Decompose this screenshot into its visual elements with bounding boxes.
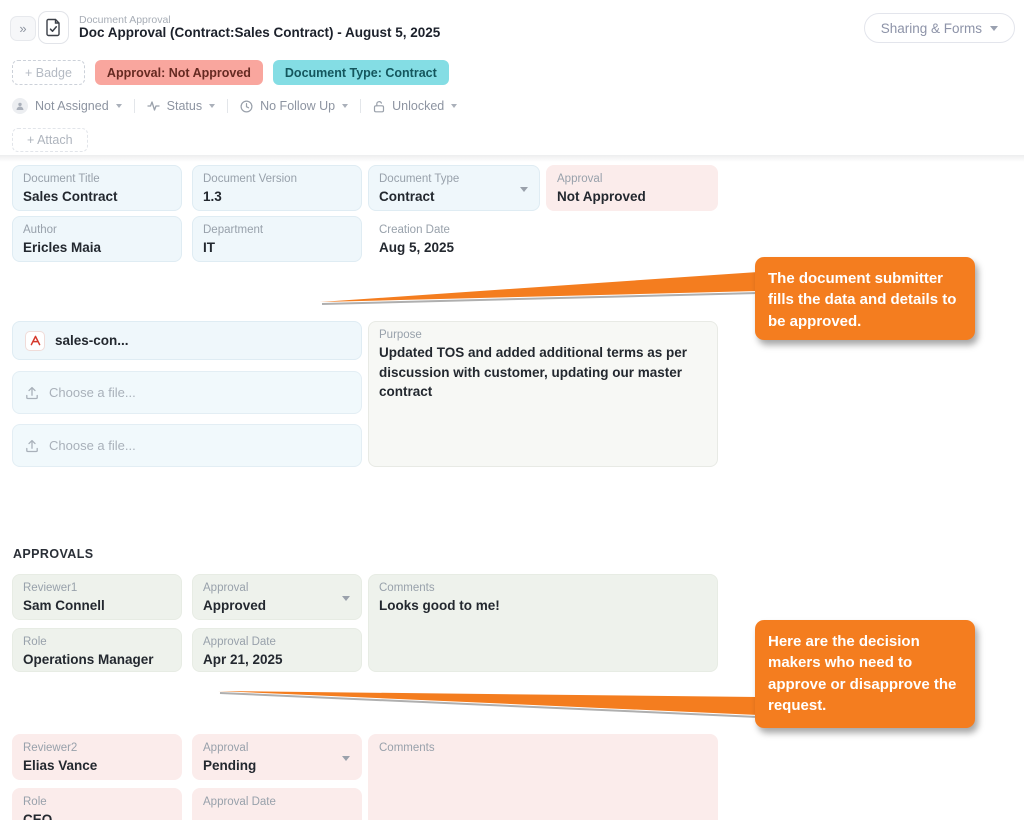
field-reviewer1-approval-select[interactable]: Approval Approved [192, 574, 362, 620]
field-reviewer2-comments[interactable]: Comments [368, 734, 718, 820]
field-document-title[interactable]: Document Title Sales Contract [12, 165, 182, 211]
field-purpose[interactable]: Purpose Updated TOS and added additional… [368, 321, 718, 467]
chevron-down-icon [520, 187, 528, 192]
pdf-file-icon [25, 331, 45, 351]
field-reviewer1-comments[interactable]: Comments Looks good to me! [368, 574, 718, 672]
assignee-label: Not Assigned [35, 99, 109, 113]
field-author[interactable]: Author Ericles Maia [12, 216, 182, 262]
upload-placeholder: Choose a file... [49, 385, 136, 400]
document-check-icon [38, 11, 69, 44]
field-reviewer1-role: Role Operations Manager [12, 628, 182, 672]
attach-button[interactable]: + Attach [12, 128, 88, 152]
collapse-sidebar-button[interactable]: » [10, 16, 36, 41]
upload-placeholder: Choose a file... [49, 438, 136, 453]
clock-icon [240, 100, 253, 113]
chevron-down-icon [116, 104, 122, 108]
field-reviewer2-name: Reviewer2 Elias Vance [12, 734, 182, 780]
field-creation-date: Creation Date Aug 5, 2025 [368, 216, 540, 262]
follow-up-label: No Follow Up [260, 99, 335, 113]
toolbar-divider [227, 99, 228, 113]
field-reviewer2-approval-select[interactable]: Approval Pending [192, 734, 362, 780]
status-dropdown[interactable]: Status [147, 99, 215, 113]
double-chevron-right-icon: » [19, 21, 26, 36]
field-approval-status: Approval Not Approved [546, 165, 718, 211]
chevron-down-icon [342, 104, 348, 108]
chevron-down-icon [342, 596, 350, 601]
approvals-section-title: APPROVALS [13, 547, 93, 561]
field-reviewer1-name: Reviewer1 Sam Connell [12, 574, 182, 620]
document-approval-page: » Document Approval Doc Approval (Contra… [0, 0, 1024, 820]
field-reviewer1-approval-date[interactable]: Approval Date Apr 21, 2025 [192, 628, 362, 672]
unlock-icon [373, 100, 385, 113]
field-document-version[interactable]: Document Version 1.3 [192, 165, 362, 211]
chevron-down-icon [342, 756, 350, 761]
callout-approvers-note: Here are the decision makers who need to… [755, 620, 975, 728]
status-label: Status [167, 99, 202, 113]
lock-dropdown[interactable]: Unlocked [373, 99, 457, 113]
attached-file[interactable]: sales-con... [12, 321, 362, 360]
chevron-down-icon [451, 104, 457, 108]
chevron-down-icon [990, 26, 998, 31]
add-badge-button[interactable]: + Badge [12, 60, 85, 85]
file-name: sales-con... [55, 333, 129, 348]
file-upload-field-2[interactable]: Choose a file... [12, 424, 362, 467]
toolbar-divider [134, 99, 135, 113]
activity-icon [147, 100, 160, 112]
upload-icon [25, 386, 39, 400]
file-upload-field-1[interactable]: Choose a file... [12, 371, 362, 414]
field-document-type-select[interactable]: Document Type Contract [368, 165, 540, 211]
document-type-badge[interactable]: Document Type: Contract [273, 60, 449, 85]
field-department[interactable]: Department IT [192, 216, 362, 262]
task-toolbar: Not Assigned Status No Follow Up Unlocke… [12, 98, 457, 114]
field-reviewer2-approval-date[interactable]: Approval Date [192, 788, 362, 820]
callout-submitter-note: The document submitter fills the data an… [755, 257, 975, 340]
sharing-forms-label: Sharing & Forms [881, 21, 982, 36]
sharing-forms-button[interactable]: Sharing & Forms [864, 13, 1015, 43]
chevron-down-icon [209, 104, 215, 108]
badge-bar: + Badge Approval: Not Approved Document … [12, 60, 449, 85]
approval-status-badge[interactable]: Approval: Not Approved [95, 60, 263, 85]
follow-up-dropdown[interactable]: No Follow Up [240, 99, 348, 113]
toolbar-divider [360, 99, 361, 113]
page-title: Doc Approval (Contract:Sales Contract) -… [79, 25, 440, 40]
avatar-icon [12, 98, 28, 114]
lock-label: Unlocked [392, 99, 444, 113]
assignee-dropdown[interactable]: Not Assigned [12, 98, 122, 114]
header-shadow [0, 155, 1024, 162]
upload-icon [25, 439, 39, 453]
field-reviewer2-role: Role CEO [12, 788, 182, 820]
